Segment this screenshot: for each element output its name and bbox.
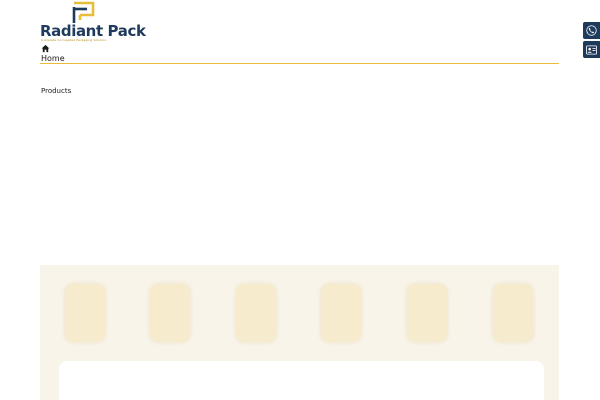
product-tile[interactable]	[407, 284, 447, 342]
product-tile[interactable]	[236, 284, 276, 342]
site-logo[interactable]: Radiant Pack Complete Corrugated Packagi…	[40, 0, 146, 44]
breadcrumb-home-link[interactable]: Home	[41, 54, 65, 63]
product-tile[interactable]	[493, 284, 533, 342]
page: Radiant Pack Complete Corrugated Packagi…	[0, 0, 600, 400]
product-tile[interactable]	[321, 284, 361, 342]
contact-card-icon	[586, 44, 597, 55]
product-tile[interactable]	[65, 284, 105, 342]
contact-button[interactable]	[583, 41, 600, 58]
product-detail-card	[59, 361, 544, 400]
products-gallery-section	[40, 265, 559, 400]
product-tile[interactable]	[150, 284, 190, 342]
home-icon[interactable]	[41, 44, 50, 53]
phone-icon	[586, 25, 597, 36]
breadcrumb-divider	[40, 63, 559, 64]
brand-tagline: Complete Corrugated Packaging Solution	[41, 38, 107, 42]
products-heading: Products	[41, 87, 72, 95]
call-button[interactable]	[583, 22, 600, 39]
